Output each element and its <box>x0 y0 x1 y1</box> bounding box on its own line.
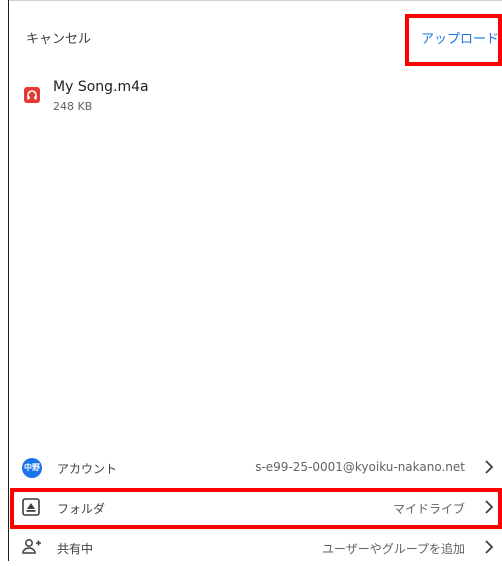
file-name: My Song.m4a <box>53 79 149 95</box>
sharing-value: ユーザーやグループを追加 <box>321 542 465 556</box>
top-border <box>0 0 502 1</box>
audio-file-icon <box>24 87 40 103</box>
cancel-button[interactable]: キャンセル <box>26 28 91 47</box>
upload-highlight-box <box>405 14 502 66</box>
add-person-icon <box>22 539 41 554</box>
account-label: アカウント <box>57 462 118 476</box>
folder-highlight-box <box>10 488 502 529</box>
file-size: 248 KB <box>53 100 93 113</box>
left-border <box>0 0 9 561</box>
chevron-right-icon <box>485 460 494 474</box>
account-avatar: 中野 <box>22 458 42 478</box>
account-value: s-e99-25-0001@kyoiku-nakano.net <box>255 460 465 474</box>
sharing-label: 共有中 <box>57 542 94 556</box>
account-row[interactable]: 中野 アカウント s-e99-25-0001@kyoiku-nakano.net <box>10 450 502 486</box>
chevron-right-icon <box>485 540 494 554</box>
